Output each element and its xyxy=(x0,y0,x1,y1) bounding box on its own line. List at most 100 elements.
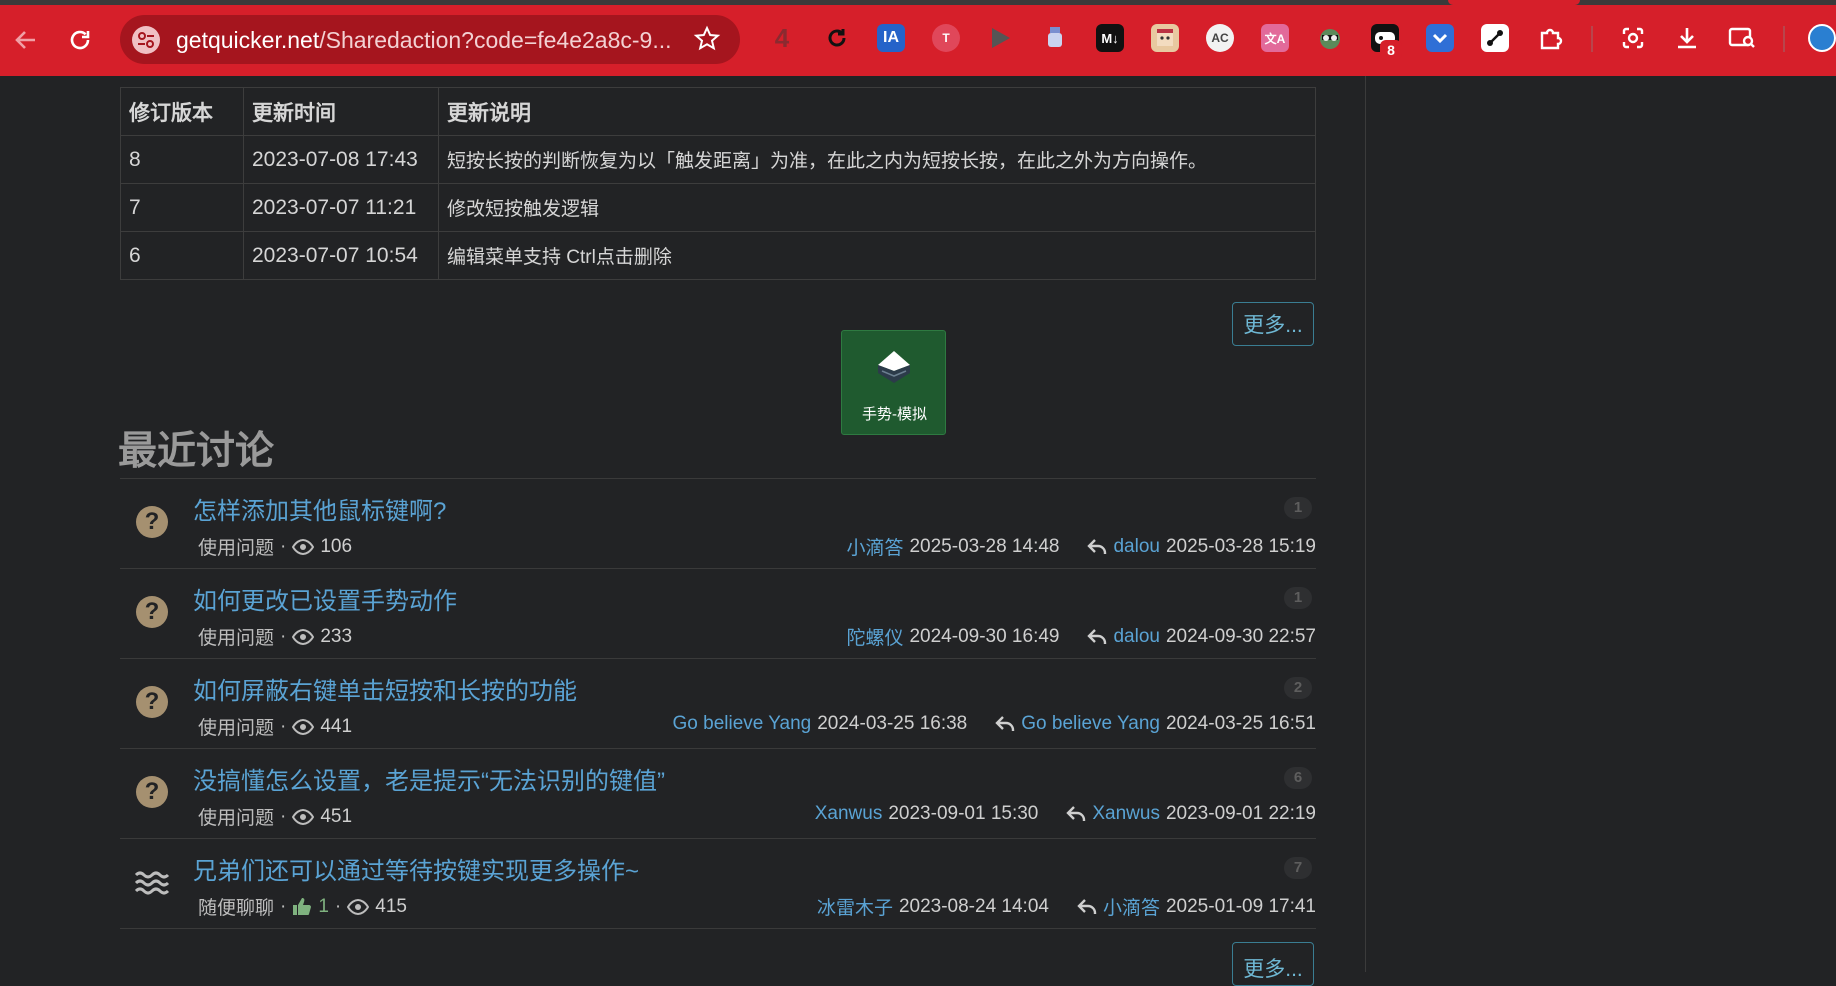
eye-icon xyxy=(292,808,315,825)
connector-extension-icon[interactable] xyxy=(1481,24,1509,52)
discussion-title-link[interactable]: 怎样添加其他鼠标键啊? xyxy=(193,491,446,526)
reply-icon xyxy=(1087,628,1107,644)
discussion-activity: 小滴答 2025-03-28 14:48 dalou 2025-03-28 15… xyxy=(846,533,1316,560)
last-replier-link[interactable]: dalou xyxy=(1113,626,1160,648)
view-count: 415 xyxy=(375,895,407,917)
more-revisions-button[interactable]: 更多... xyxy=(1232,302,1314,346)
author-link[interactable]: Go believe Yang xyxy=(673,713,812,735)
discussion-meta: 使用问题 · 233 xyxy=(198,623,352,650)
spy-extension-icon[interactable] xyxy=(1316,24,1344,52)
reload-icon xyxy=(70,30,90,50)
view-count: 441 xyxy=(320,715,353,737)
reply-icon xyxy=(1087,538,1107,554)
markdown-extension-icon[interactable]: M↓ xyxy=(1096,24,1124,52)
last-replier-link[interactable]: Go believe Yang xyxy=(1021,713,1160,735)
last-replier-link[interactable]: 小滴答 xyxy=(1103,893,1160,920)
profile-avatar-icon[interactable] xyxy=(1808,24,1836,52)
active-tab-notch[interactable] xyxy=(1448,0,1580,5)
action-logo-icon xyxy=(878,351,910,383)
view-count: 451 xyxy=(320,805,353,827)
download-icon[interactable] xyxy=(1673,24,1701,52)
table-row: 7 2023-07-07 11:21 修改短按触发逻辑 xyxy=(120,183,1316,232)
eye-icon xyxy=(292,538,315,555)
posted-time: 2024-09-30 16:49 xyxy=(909,625,1060,647)
translate-t-extension-icon[interactable]: T xyxy=(932,24,960,52)
last-reply-time: 2024-03-25 16:51 xyxy=(1165,713,1316,734)
separator-dot: · xyxy=(280,715,287,737)
extension-4-icon[interactable]: 4 xyxy=(768,23,796,53)
thumbs-up-icon xyxy=(293,897,312,915)
discussion-meta: 使用问题 · 106 xyxy=(198,533,352,560)
bottle-extension-icon[interactable] xyxy=(1041,24,1069,52)
last-reply-time: 2025-01-09 17:41 xyxy=(1165,895,1316,917)
tab-strip xyxy=(0,0,1836,5)
reply-icon xyxy=(1066,806,1086,821)
discussion-activity: Xanwus 2023-09-01 15:30 Xanwus 2023-09-0… xyxy=(815,803,1316,825)
author-link[interactable]: 陀螺仪 xyxy=(846,623,903,650)
posted-time: 2023-08-24 14:04 xyxy=(898,895,1049,917)
translate-extension-icon[interactable]: 文A xyxy=(1261,24,1289,52)
discussion-title-link[interactable]: 兄弟们还可以通过等待按键实现更多操作~ xyxy=(193,851,639,886)
revision-history-table: 修订版本 更新时间 更新说明 8 2023-07-08 17:43 短按长按的判… xyxy=(120,87,1316,280)
category-label[interactable]: 使用问题 xyxy=(198,713,274,740)
author-link[interactable]: 小滴答 xyxy=(846,533,903,560)
revision-time: 2023-07-08 17:43 xyxy=(243,135,439,184)
eye-icon xyxy=(292,628,315,645)
action-card[interactable]: 手势-模拟 xyxy=(841,330,946,435)
discussion-list: ? 怎样添加其他鼠标键啊? 1 使用问题 · 106 小滴答 2025-03-2… xyxy=(120,478,1316,929)
browser-toolbar: getquicker.net/Sharedaction?code=fe4e2a8… xyxy=(0,0,1836,76)
more-discussions-button[interactable]: 更多... xyxy=(1232,942,1314,986)
revision-version: 7 xyxy=(120,183,244,232)
separator-dot: · xyxy=(334,895,342,917)
category-label[interactable]: 使用问题 xyxy=(198,533,274,560)
reply-icon xyxy=(995,716,1015,731)
posted-time: 2023-09-01 15:30 xyxy=(888,803,1039,824)
waves-chat-icon xyxy=(134,871,170,895)
list-item: ? 没搞懂怎么设置，老是提示“无法识别的键值” 6 使用问题 · 451 Xan… xyxy=(120,748,1316,838)
reply-count-badge: 2 xyxy=(1284,677,1312,699)
bookmark-star-icon[interactable] xyxy=(692,24,722,59)
last-replier-link[interactable]: dalou xyxy=(1113,536,1160,558)
address-bar[interactable]: getquicker.net/Sharedaction?code=fe4e2a8… xyxy=(120,15,740,64)
posted-time: 2024-03-25 16:38 xyxy=(817,713,968,734)
author-link[interactable]: Xanwus xyxy=(815,803,883,825)
revision-time: 2023-07-07 10:54 xyxy=(243,231,439,280)
discussion-activity: Go believe Yang 2024-03-25 16:38 Go beli… xyxy=(673,713,1317,735)
back-button[interactable] xyxy=(10,24,42,56)
discussion-meta: 随便聊聊 · 1 · 415 xyxy=(198,893,407,920)
avatar-extension-icon[interactable] xyxy=(1151,24,1179,52)
toolbar-separator-2 xyxy=(1783,26,1785,52)
category-label[interactable]: 随便聊聊 xyxy=(198,893,274,920)
discussion-title-link[interactable]: 如何更改已设置手势动作 xyxy=(193,581,457,616)
reload-button[interactable] xyxy=(64,24,96,56)
list-item: ? 如何更改已设置手势动作 1 使用问题 · 233 陀螺仪 2024-09-3… xyxy=(120,568,1316,658)
sidebar-divider xyxy=(1365,76,1366,972)
category-label[interactable]: 使用问题 xyxy=(198,803,274,830)
url-text[interactable]: getquicker.net/Sharedaction?code=fe4e2a8… xyxy=(176,27,672,54)
play-extension-icon[interactable] xyxy=(986,24,1014,52)
reply-count-badge: 6 xyxy=(1284,767,1312,789)
question-icon: ? xyxy=(136,596,168,628)
extension-badge-count: 8 xyxy=(1380,40,1402,60)
reading-mode-icon[interactable] xyxy=(1728,24,1756,52)
view-count: 106 xyxy=(320,535,353,557)
section-title-recent-discussions: 最近讨论 xyxy=(118,430,275,473)
pocket-extension-icon[interactable] xyxy=(1426,24,1454,52)
google-lens-icon[interactable] xyxy=(1619,24,1647,52)
discussion-activity: 陀螺仪 2024-09-30 16:49 dalou 2024-09-30 22… xyxy=(846,623,1316,650)
extensions-puzzle-icon[interactable] xyxy=(1536,24,1564,52)
discussion-title-link[interactable]: 如何屏蔽右键单击短按和长按的功能 xyxy=(193,671,577,706)
url-host: getquicker.net xyxy=(176,27,320,53)
category-label[interactable]: 使用问题 xyxy=(198,623,274,650)
revision-description: 修改短按触发逻辑 xyxy=(438,183,1316,232)
ia-extension-icon[interactable]: IA xyxy=(877,24,905,52)
author-link[interactable]: 冰雷木子 xyxy=(817,893,893,920)
table-row: 6 2023-07-07 10:54 编辑菜单支持 Ctrl点击删除 xyxy=(120,231,1316,280)
last-replier-link[interactable]: Xanwus xyxy=(1092,803,1160,825)
ac-extension-icon[interactable]: AC xyxy=(1206,24,1234,52)
site-settings-icon[interactable] xyxy=(132,26,160,54)
table-header-row: 修订版本 更新时间 更新说明 xyxy=(120,87,1316,136)
revision-description: 编辑菜单支持 Ctrl点击删除 xyxy=(438,231,1316,280)
discussion-title-link[interactable]: 没搞懂怎么设置，老是提示“无法识别的键值” xyxy=(193,761,665,796)
history-extension-icon[interactable] xyxy=(823,24,851,52)
